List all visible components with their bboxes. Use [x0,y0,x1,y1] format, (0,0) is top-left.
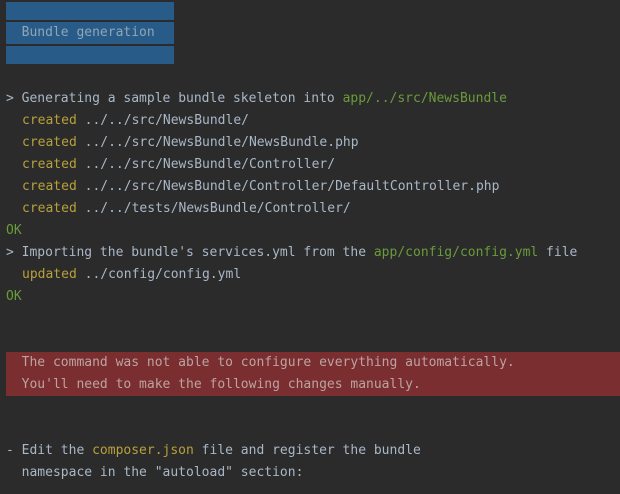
instruction-line-2: namespace in the "autoload" section: [6,465,304,480]
ok-status: OK [6,223,22,238]
import-text: Importing the bundle's services.yml from… [21,245,374,260]
created-label: created [22,135,77,150]
created-line: created ../../src/NewsBundle/Controller/ [6,154,335,176]
import-text-suffix: file [538,245,578,260]
created-label: created [22,113,77,128]
instruction-line: - Edit the composer.json file and regist… [6,440,421,462]
instruction-prefix: - Edit the [6,443,93,458]
banner-title: Bundle generation [6,22,174,44]
instruction-suffix: file and register the bundle [193,443,421,458]
generate-line: > Generating a sample bundle skeleton in… [6,88,507,110]
created-line: created ../../src/NewsBundle/ [6,110,249,132]
created-line: created ../../src/NewsBundle/NewsBundle.… [6,132,359,154]
updated-label: updated [22,267,77,282]
prompt-marker: > [6,245,22,260]
created-label: created [22,201,77,216]
terminal-output: Bundle generation > Generating a sample … [0,0,620,494]
created-path: ../../src/NewsBundle/NewsBundle.php [76,135,359,150]
created-path: ../../src/NewsBundle/Controller/ [76,157,336,172]
updated-line: updated ../config/config.yml [6,264,241,286]
target-path: app/../src/NewsBundle [342,91,507,106]
banner-bottom-bar [6,46,174,64]
error-message-line-1: The command was not able to configure ev… [6,352,620,374]
banner-top-bar [6,2,174,20]
config-path: app/config/config.yml [373,245,539,260]
created-path: ../../src/NewsBundle/Controller/DefaultC… [76,179,500,194]
created-path: ../../tests/NewsBundle/Controller/ [76,201,351,216]
created-line: created ../../tests/NewsBundle/Controlle… [6,198,351,220]
created-label: created [22,179,77,194]
created-path: ../../src/NewsBundle/ [76,113,249,128]
error-message-line-2: You'll need to make the following change… [6,374,620,396]
created-label: created [22,157,77,172]
prompt-marker: > [6,91,22,106]
composer-json-file: composer.json [92,443,194,458]
generate-text: Generating a sample bundle skeleton into [21,91,343,106]
updated-path: ../config/config.yml [76,267,242,282]
ok-status: OK [6,289,22,304]
created-line: created ../../src/NewsBundle/Controller/… [6,176,499,198]
import-line: > Importing the bundle's services.yml fr… [6,242,577,264]
